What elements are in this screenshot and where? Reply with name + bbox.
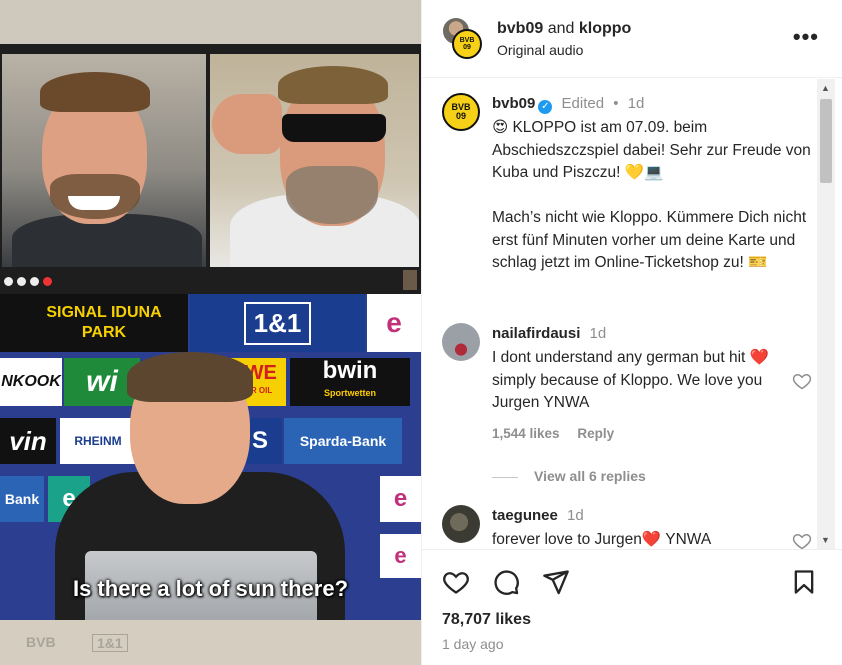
comment-like-heart-icon[interactable] xyxy=(792,371,812,391)
comment-username[interactable]: taegunee xyxy=(492,507,558,524)
caption-time[interactable]: 1d xyxy=(628,95,645,112)
video-subtitle: Is there a lot of sun there? xyxy=(72,576,349,601)
call-participant-right xyxy=(210,54,419,267)
collab-usernames: bvb09 and kloppo xyxy=(497,20,632,37)
heart-emoji: ❤️ xyxy=(749,349,769,366)
caption-username[interactable]: bvb09 xyxy=(492,95,535,112)
sponsor-e-right-2: e xyxy=(380,534,421,578)
post-header: BVB 09 bvb09 and kloppo Original audio ••… xyxy=(422,0,842,78)
post-side-panel: BVB 09 bvb09 and kloppo Original audio ••… xyxy=(421,0,842,665)
self-view-thumbnail xyxy=(403,270,417,290)
collab-avatars[interactable]: BVB 09 xyxy=(442,17,484,59)
post-media[interactable]: SIGNAL IDUNA PARK 1&1 e NKOOK wi OWE OTO… xyxy=(0,0,421,665)
comment-header: nailafirdausi 1d xyxy=(492,325,606,342)
caption-avatar[interactable]: BVB 09 xyxy=(442,93,480,131)
comments-section[interactable]: BVB 09 bvb09 ✓ Edited • 1d 😍 KLOPPO ist am… xyxy=(422,79,817,549)
edited-label: Edited xyxy=(561,95,605,112)
call-controls xyxy=(4,277,52,286)
comment-text: I dont understand any german but hit ❤️ … xyxy=(492,349,769,411)
comment-like-heart-icon[interactable] xyxy=(792,531,812,549)
comment-time[interactable]: 1d xyxy=(567,507,584,524)
sponsor-1and1: 1&1 xyxy=(190,294,365,352)
comment-header: taegunee 1d xyxy=(492,507,584,524)
comment-username[interactable]: nailafirdausi xyxy=(492,325,580,342)
header-username-kloppo[interactable]: kloppo xyxy=(579,20,631,37)
comment-avatar[interactable] xyxy=(442,505,480,543)
scrollbar-thumb[interactable] xyxy=(820,99,832,183)
comment-actions: 1,544 likes Reply xyxy=(492,426,628,441)
verified-icon: ✓ xyxy=(538,100,553,114)
post-timestamp[interactable]: 1 day ago xyxy=(442,636,504,652)
bookmark-icon[interactable] xyxy=(790,568,818,596)
scroll-up-arrow-icon[interactable]: ▲ xyxy=(821,83,830,93)
comment-reply-button[interactable]: Reply xyxy=(577,426,614,441)
video-call-frame xyxy=(0,44,421,294)
scroll-down-arrow-icon[interactable]: ▼ xyxy=(821,535,830,545)
sponsor-e-left-top: e xyxy=(367,294,421,352)
sponsor-signal-iduna: SIGNAL IDUNA PARK xyxy=(20,294,188,352)
share-icon[interactable] xyxy=(542,568,570,596)
post-actions-bar: 78,707 likes 1 day ago xyxy=(422,549,842,665)
sponsor-bank: Bank xyxy=(0,476,44,522)
heart-icon[interactable] xyxy=(442,568,470,596)
comment-text: forever love to Jurgen❤️ YNWA xyxy=(492,531,712,548)
comment-time[interactable]: 1d xyxy=(590,325,607,342)
more-options-icon[interactable]: ••• xyxy=(793,24,819,50)
call-participant-left xyxy=(2,54,206,267)
comment-avatar[interactable] xyxy=(442,323,480,361)
caption-header: bvb09 ✓ Edited • 1d xyxy=(492,95,645,114)
comment-icon[interactable] xyxy=(492,568,520,596)
heart-emoji: ❤️ xyxy=(641,531,662,548)
post-likes-count[interactable]: 78,707 likes xyxy=(442,611,531,629)
video-top-strip xyxy=(0,0,421,44)
video-bottom-strip: BVB 1&1 xyxy=(0,620,421,665)
header-username-bvb09[interactable]: bvb09 xyxy=(497,20,543,37)
comment-likes-count[interactable]: 1,544 likes xyxy=(492,426,560,441)
sponsor-e-right: e xyxy=(380,476,421,522)
comments-scrollbar[interactable]: ▲ ▼ xyxy=(817,79,835,549)
caption-text: 😍 KLOPPO ist am 07.09. beim Abschiedszcz… xyxy=(492,119,811,271)
audio-link[interactable]: Original audio xyxy=(497,42,583,58)
view-replies-button[interactable]: View all 6 replies xyxy=(492,468,646,484)
bvb-avatar[interactable]: BVB 09 xyxy=(452,29,482,59)
